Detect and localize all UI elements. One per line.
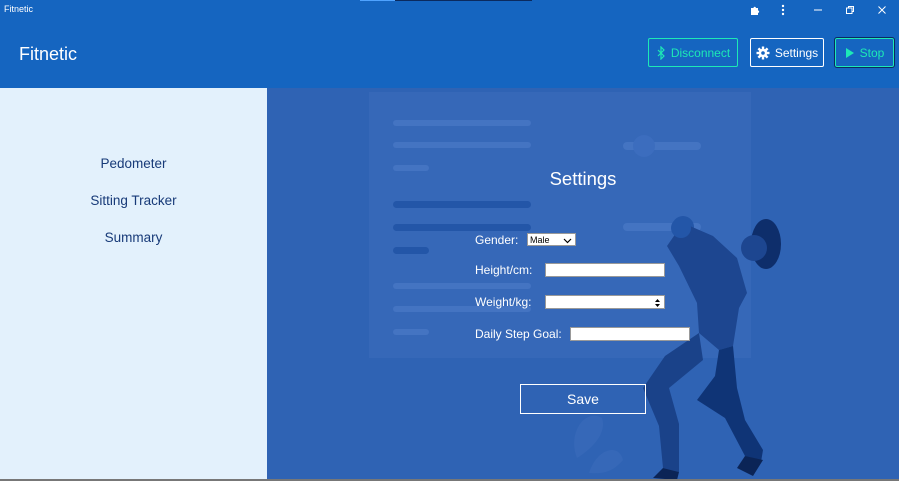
app-title: Fitnetic — [19, 44, 78, 64]
stop-label: Stop — [859, 45, 885, 60]
settings-button[interactable]: Settings — [750, 38, 824, 67]
weight-spinbox[interactable] — [545, 295, 665, 309]
save-button[interactable]: Save — [520, 384, 646, 414]
disconnect-button[interactable]: Disconnect — [648, 38, 738, 67]
minimize-icon[interactable] — [803, 0, 833, 20]
bluetooth-icon — [657, 45, 665, 60]
window-titlebar: Fitnetic — [0, 0, 899, 22]
step-goal-input[interactable] — [570, 327, 690, 341]
disconnect-label: Disconnect — [670, 45, 731, 60]
settings-title: Settings — [549, 168, 617, 189]
sidebar: Pedometer Sitting Tracker Summary — [0, 88, 267, 481]
stop-button[interactable]: Stop — [834, 37, 895, 68]
step-goal-label: Daily Step Goal: — [475, 327, 562, 341]
chevron-down-icon — [563, 238, 572, 243]
titlebar-indicator-dark — [395, 0, 532, 1]
restore-icon[interactable] — [835, 0, 865, 20]
app-header: Fitnetic Disconnect Settings Stop — [0, 22, 899, 88]
sidebar-item-pedometer[interactable]: Pedometer — [0, 156, 267, 171]
play-icon — [845, 47, 854, 58]
settings-label: Settings — [774, 45, 819, 60]
sidebar-item-summary[interactable]: Summary — [0, 230, 267, 245]
background-illustration — [369, 92, 781, 480]
gender-label: Gender: — [475, 233, 519, 247]
more-vert-icon[interactable] — [768, 0, 798, 20]
weight-label: Weight/kg: — [475, 295, 532, 309]
puzzle-icon[interactable] — [740, 0, 770, 20]
sidebar-item-sitting-tracker[interactable]: Sitting Tracker — [0, 193, 267, 208]
gear-icon — [756, 46, 770, 59]
titlebar-indicator — [360, 0, 396, 1]
height-input[interactable] — [545, 263, 665, 277]
gender-value: Male — [530, 234, 550, 245]
spinner-arrows-icon[interactable] — [654, 298, 661, 308]
gender-select[interactable]: Male — [527, 233, 576, 246]
window-title: Fitnetic — [4, 4, 34, 14]
close-icon[interactable] — [867, 0, 897, 20]
height-label: Height/cm: — [475, 263, 533, 277]
settings-panel: Settings Gender: Male Height/cm: Weight/… — [267, 88, 899, 481]
